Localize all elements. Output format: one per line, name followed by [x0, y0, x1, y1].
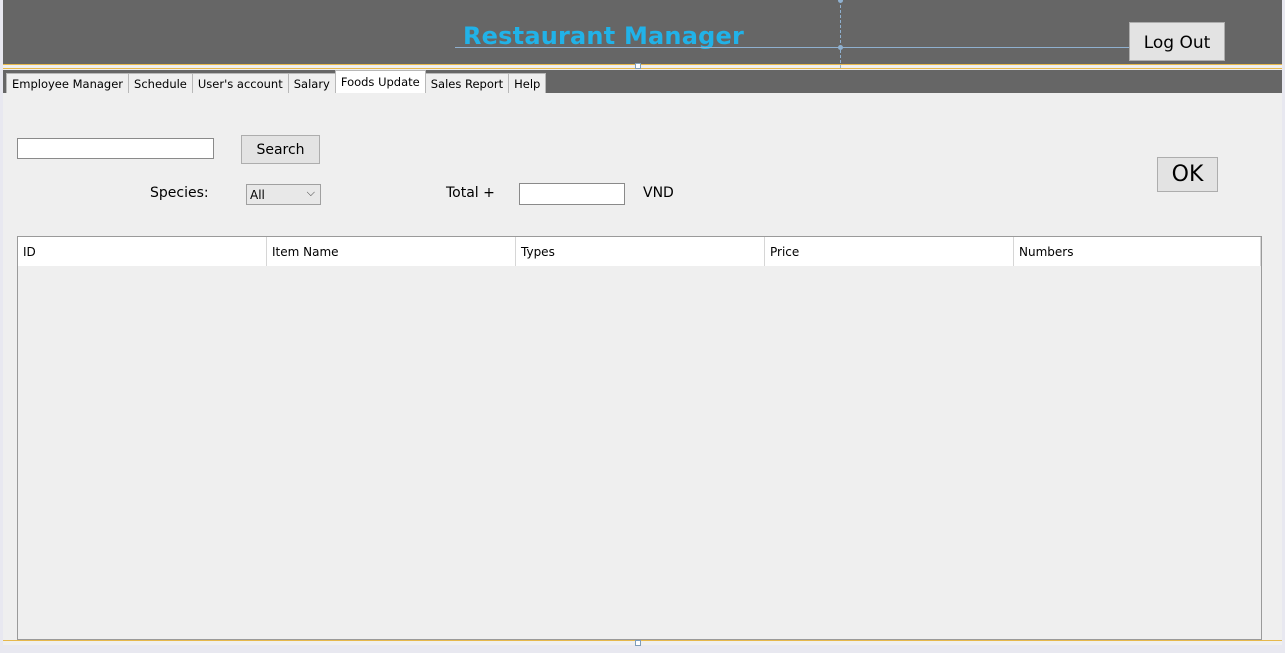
- guide-anchor-mid: [838, 45, 843, 50]
- logout-button[interactable]: Log Out: [1129, 22, 1225, 61]
- column-header-id[interactable]: ID: [18, 237, 267, 266]
- tab-strip: Employee Manager Schedule User's account…: [6, 70, 547, 93]
- species-select[interactable]: All ⌵: [246, 184, 321, 205]
- foods-table[interactable]: ID Item Name Types Price Numbers: [17, 236, 1262, 640]
- column-header-types[interactable]: Types: [516, 237, 765, 266]
- resize-handle-bottom[interactable]: [635, 640, 641, 646]
- column-header-item-name[interactable]: Item Name: [267, 237, 516, 266]
- ok-button[interactable]: OK: [1157, 157, 1218, 192]
- selection-border-bottom: [3, 640, 1282, 641]
- column-header-price[interactable]: Price: [765, 237, 1014, 266]
- table-header: ID Item Name Types Price Numbers: [18, 237, 1261, 266]
- chevron-down-icon: ⌵: [306, 186, 315, 199]
- guide-anchor-top: [838, 0, 843, 3]
- tab-employee-manager[interactable]: Employee Manager: [6, 73, 130, 93]
- species-label: Species:: [150, 185, 209, 201]
- app-title: Restaurant Manager: [463, 22, 744, 50]
- tab-salary[interactable]: Salary: [287, 73, 336, 93]
- tab-foods-update[interactable]: Foods Update: [334, 70, 426, 93]
- total-input[interactable]: [519, 183, 625, 205]
- tab-sales-report[interactable]: Sales Report: [424, 73, 510, 93]
- column-header-numbers[interactable]: Numbers: [1014, 237, 1261, 266]
- search-button[interactable]: Search: [241, 135, 320, 164]
- designer-guide-vertical: [840, 0, 841, 68]
- total-label: Total +: [446, 185, 495, 201]
- tab-help[interactable]: Help: [508, 73, 547, 93]
- selection-border-top: [3, 64, 1282, 65]
- tab-schedule[interactable]: Schedule: [128, 73, 193, 93]
- selection-border-top-inner: [3, 68, 1282, 69]
- tab-users-account[interactable]: User's account: [191, 73, 289, 93]
- app-window: Restaurant Manager Log Out Employee Mana…: [3, 0, 1282, 646]
- currency-label: VND: [643, 185, 674, 201]
- header-bar: Restaurant Manager Log Out: [3, 0, 1282, 68]
- species-selected-value: All: [250, 187, 265, 202]
- search-input[interactable]: [17, 138, 214, 159]
- resize-handle-top[interactable]: [635, 63, 641, 69]
